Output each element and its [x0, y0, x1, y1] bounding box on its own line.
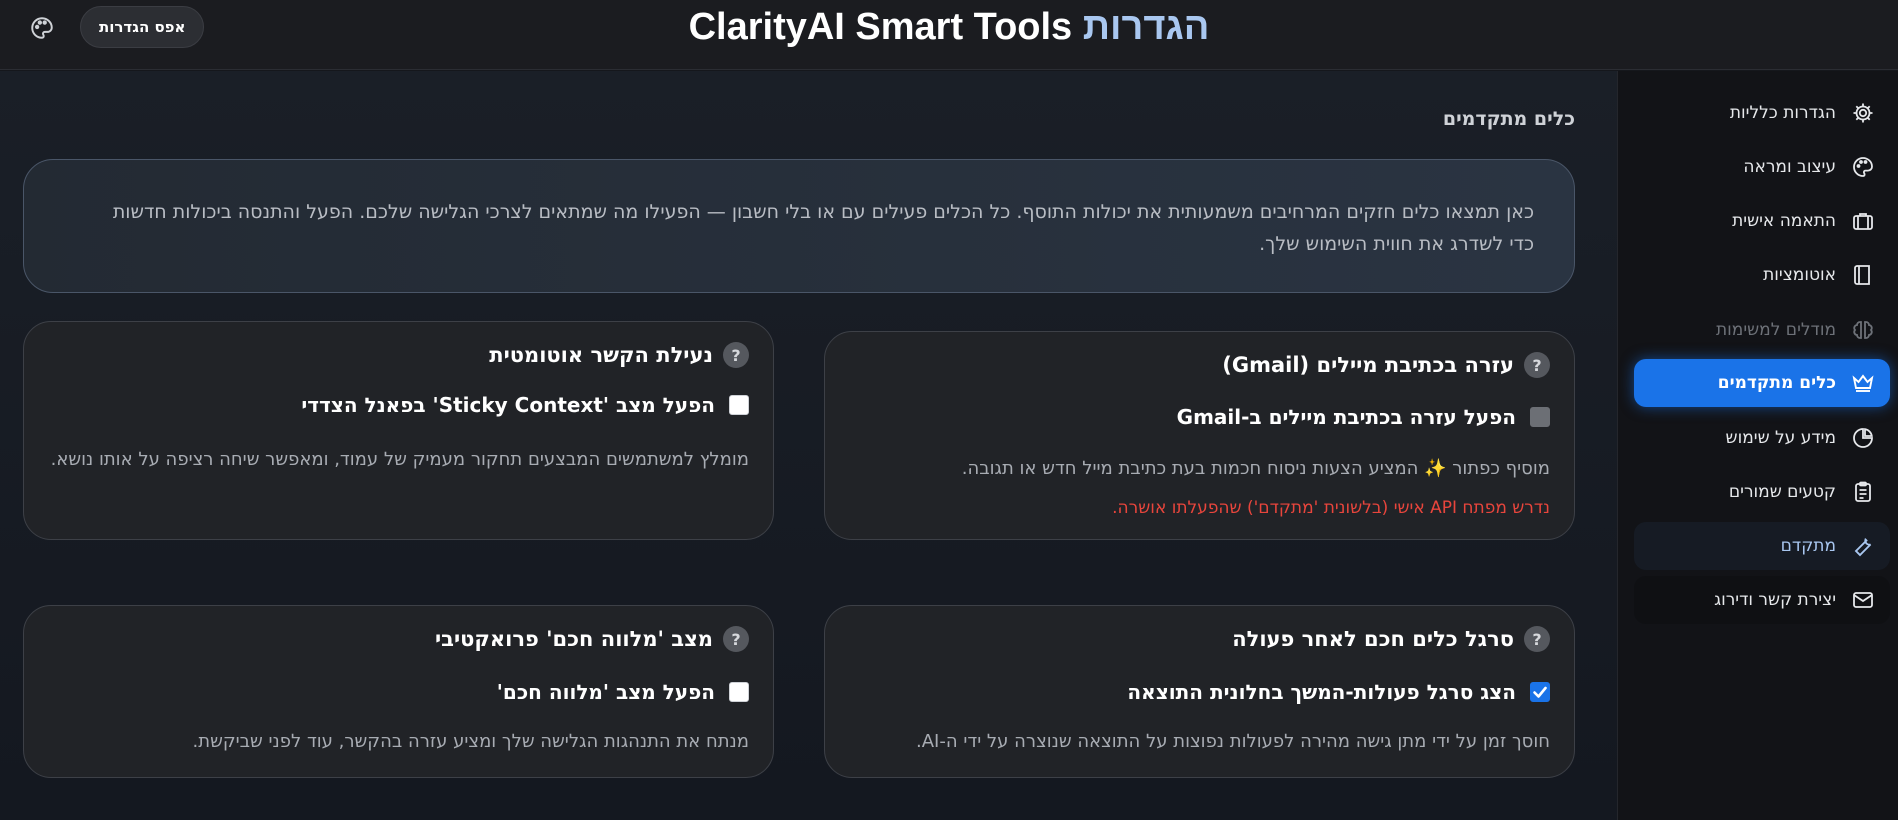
sidebar-item-label: הגדרות כלליות — [1729, 103, 1836, 123]
card-title: מצב 'מלווה חכם' פרואקטיבי — [434, 627, 713, 651]
checkbox[interactable] — [729, 395, 749, 415]
title-main: ClarityAI Smart Tools — [688, 6, 1073, 48]
card-title: עזרה בכתיבת מיילים (Gmail) — [1222, 353, 1514, 377]
sidebar-item-models[interactable]: מודלים למשימות — [1634, 308, 1890, 352]
sticky-context-toggle[interactable]: הפעל מצב 'Sticky Context' בפאנל הצדדי — [301, 393, 749, 417]
sidebar-item-contact[interactable]: יצירת קשר ודירוג — [1634, 576, 1890, 624]
checkbox-label: הפעל מצב 'מלווה חכם' — [496, 680, 715, 704]
clipboard-icon — [1850, 479, 1876, 505]
sidebar-item-label: מידע על שימוש — [1725, 428, 1836, 448]
intro-box: כאן תמצאו כלים חזקים המרחיבים משמעותית א… — [23, 159, 1575, 293]
palette-icon — [1850, 154, 1876, 180]
card-sticky-context: ? נעילת הקשר אוטומטית הפעל מצב 'Sticky C… — [23, 321, 774, 540]
sidebar-item-personalization[interactable]: התאמה אישית — [1634, 199, 1890, 243]
card-header: ? נעילת הקשר אוטומטית — [489, 342, 749, 368]
book-icon — [1850, 262, 1876, 288]
help-icon[interactable]: ? — [1524, 352, 1550, 378]
briefcase-icon — [1850, 208, 1876, 234]
card-warning: נדרש מפתח API אישי (בלשונית 'מתקדם') שהפ… — [1112, 498, 1550, 518]
sidebar-item-label: עיצוב ומראה — [1743, 157, 1836, 177]
sidebar-item-label: יצירת קשר ודירוג — [1714, 590, 1836, 610]
intro-text: כאן תמצאו כלים חזקים המרחיבים משמעותית א… — [112, 201, 1534, 255]
sidebar-item-appearance[interactable]: עיצוב ומראה — [1634, 145, 1890, 189]
card-description: מוסיף כפתור ✨ המציע הצעות ניסוח חכמות בע… — [961, 458, 1550, 479]
checkbox[interactable] — [729, 682, 749, 702]
checkbox-label: הצג סרגל פעולות-המשך בחלונית התוצאה — [1127, 680, 1516, 704]
page-title: ClarityAI Smart Tools הגדרות — [0, 6, 1898, 49]
checkbox-checked[interactable] — [1530, 682, 1550, 702]
crown-icon — [1850, 370, 1876, 396]
checkbox-disabled[interactable] — [1530, 407, 1550, 427]
brain-icon — [1850, 317, 1876, 343]
pie-chart-icon — [1850, 425, 1876, 451]
sidebar-item-advanced[interactable]: מתקדם — [1634, 522, 1890, 570]
help-icon[interactable]: ? — [723, 342, 749, 368]
checkbox-label: הפעל עזרה בכתיבת מיילים ב-Gmail — [1176, 405, 1516, 429]
card-description: מומלץ למשתמשים המבצעים תחקור מעמיק של עמ… — [50, 449, 749, 470]
card-title: נעילת הקשר אוטומטית — [489, 343, 713, 367]
sidebar-item-general[interactable]: הגדרות כלליות — [1634, 91, 1890, 135]
gear-icon — [1850, 100, 1876, 126]
sidebar-item-label: מתקדם — [1780, 536, 1836, 556]
sidebar-item-snippets[interactable]: קטעים שמורים — [1634, 470, 1890, 514]
checkbox-label: הפעל מצב 'Sticky Context' בפאנל הצדדי — [301, 393, 715, 417]
section-title: כלים מתקדמים — [1442, 108, 1575, 130]
sidebar-item-advanced-tools[interactable]: כלים מתקדמים — [1634, 359, 1890, 407]
sidebar-item-label: כלים מתקדמים — [1717, 373, 1836, 393]
sidebar-item-usage[interactable]: מידע על שימוש — [1634, 416, 1890, 460]
card-gmail-assist: ? עזרה בכתיבת מיילים (Gmail) הפעל עזרה ב… — [824, 331, 1575, 540]
card-proactive-companion: ? מצב 'מלווה חכם' פרואקטיבי הפעל מצב 'מל… — [23, 605, 774, 778]
card-smart-toolbar: ? סרגל כלים חכם לאחר פעולה הצג סרגל פעול… — [824, 605, 1575, 778]
card-description: מנתח את התנהגות הגלישה שלך ומציע עזרה בה… — [192, 731, 749, 752]
help-icon[interactable]: ? — [723, 626, 749, 652]
smart-toolbar-toggle[interactable]: הצג סרגל פעולות-המשך בחלונית התוצאה — [1127, 680, 1550, 704]
sidebar-item-label: קטעים שמורים — [1728, 482, 1836, 502]
sidebar-item-label: מודלים למשימות — [1715, 320, 1836, 340]
wrench-icon — [1850, 533, 1876, 559]
gmail-assist-toggle[interactable]: הפעל עזרה בכתיבת מיילים ב-Gmail — [1177, 405, 1550, 429]
proactive-companion-toggle[interactable]: הפעל מצב 'מלווה חכם' — [497, 680, 749, 704]
top-header: אפס הגדרות ClarityAI Smart Tools הגדרות — [0, 0, 1898, 70]
card-title: סרגל כלים חכם לאחר פעולה — [1232, 627, 1514, 651]
sidebar: הגדרות כלליות עיצוב ומראה התאמה אישית או… — [1617, 71, 1898, 820]
card-header: ? מצב 'מלווה חכם' פרואקטיבי — [435, 626, 749, 652]
sidebar-item-label: אוטומציות — [1763, 265, 1836, 285]
help-icon[interactable]: ? — [1524, 626, 1550, 652]
title-accent: הגדרות — [1082, 6, 1210, 48]
sidebar-item-automations[interactable]: אוטומציות — [1634, 253, 1890, 297]
mail-icon — [1850, 587, 1876, 613]
card-header: ? סרגל כלים חכם לאחר פעולה — [1232, 626, 1550, 652]
sidebar-item-label: התאמה אישית — [1732, 211, 1836, 231]
card-description: חוסך זמן על ידי מתן גישה מהירה לפעולות נ… — [916, 731, 1550, 752]
card-header: ? עזרה בכתיבת מיילים (Gmail) — [1222, 352, 1550, 378]
